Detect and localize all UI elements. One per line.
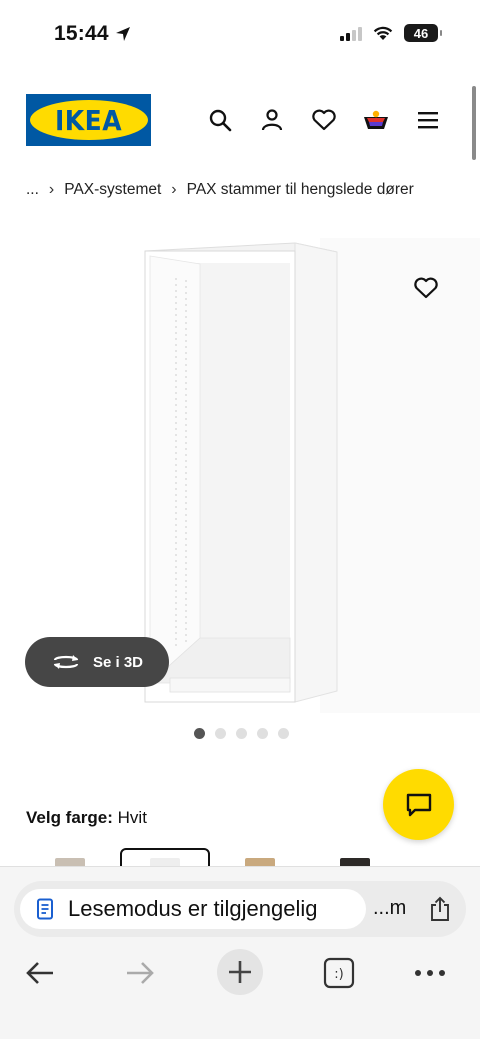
site-header: IKEA xyxy=(0,94,480,148)
share-button[interactable] xyxy=(426,895,454,923)
status-bar: 15:44 46 xyxy=(0,0,480,70)
breadcrumb: ... › PAX-systemet › PAX stammer til hen… xyxy=(26,181,414,199)
gallery-dot[interactable] xyxy=(257,728,268,739)
tabs-count-text: :) xyxy=(334,967,343,982)
wifi-icon xyxy=(373,26,393,40)
reader-mode-icon xyxy=(37,898,53,920)
tabs-button[interactable]: :) xyxy=(315,949,363,997)
forward-icon xyxy=(127,962,154,984)
gallery-dot[interactable] xyxy=(194,728,205,739)
browser-nav-row: :) xyxy=(0,949,480,999)
share-icon xyxy=(431,896,449,921)
heart-icon xyxy=(414,277,438,299)
favorites-button[interactable] xyxy=(310,106,338,134)
chat-button[interactable] xyxy=(383,769,454,840)
breadcrumb-item-pax-frames[interactable]: PAX stammer til hengslede dører xyxy=(187,181,414,199)
favorites-icon xyxy=(312,109,336,131)
color-label-title: Velg farge: xyxy=(26,808,113,827)
account-button[interactable] xyxy=(258,106,286,134)
breadcrumb-item-pax-system[interactable]: PAX-systemet xyxy=(64,181,161,199)
gallery-pagination xyxy=(194,728,289,739)
address-bar[interactable]: Lesemodus er tilgjengelig ...m xyxy=(14,881,466,937)
color-label-value: Hvit xyxy=(117,808,147,827)
search-icon xyxy=(209,109,232,132)
back-button[interactable] xyxy=(16,949,64,997)
url-text[interactable]: ...m xyxy=(373,897,406,920)
tabs-icon: :) xyxy=(323,957,355,989)
ikea-logo[interactable]: IKEA xyxy=(26,94,151,146)
menu-button[interactable] xyxy=(414,106,442,134)
back-icon xyxy=(26,962,53,984)
status-time: 15:44 xyxy=(54,22,131,46)
color-selection-label: Velg farge: Hvit xyxy=(26,808,147,828)
new-tab-button[interactable] xyxy=(217,949,263,995)
rotate-3d-icon xyxy=(53,655,79,669)
view-in-3d-label: Se i 3D xyxy=(92,653,144,671)
chat-icon xyxy=(406,793,431,816)
browser-toolbar: Lesemodus er tilgjengelig ...m :) xyxy=(0,866,480,1039)
cellular-signal-icon xyxy=(340,25,362,41)
breadcrumb-separator: › xyxy=(171,181,177,198)
clock-text: 15:44 xyxy=(54,22,109,45)
cart-button[interactable] xyxy=(362,106,390,134)
logo-text: IKEA xyxy=(54,104,123,136)
location-arrow-icon xyxy=(115,27,130,41)
page-scrollbar[interactable] xyxy=(472,86,476,160)
account-icon xyxy=(261,109,283,131)
gallery-dot[interactable] xyxy=(236,728,247,739)
new-tab-icon xyxy=(229,961,251,983)
search-button[interactable] xyxy=(206,106,234,134)
battery-indicator: 46 xyxy=(404,24,442,42)
breadcrumb-ellipsis[interactable]: ... xyxy=(26,181,39,199)
add-to-favorites-button[interactable] xyxy=(406,268,446,308)
view-in-3d-button[interactable]: Se i 3D xyxy=(25,637,169,687)
menu-icon xyxy=(418,112,438,129)
cart-icon xyxy=(364,110,388,129)
gallery-dot[interactable] xyxy=(278,728,289,739)
forward-button[interactable] xyxy=(116,949,164,997)
gallery-dot[interactable] xyxy=(215,728,226,739)
more-button[interactable] xyxy=(406,949,454,997)
breadcrumb-separator: › xyxy=(48,181,55,198)
reader-mode-text: Lesemodus er tilgjengelig xyxy=(68,896,318,921)
color-swatches xyxy=(0,848,480,868)
more-icon xyxy=(415,970,445,976)
reader-mode-button[interactable]: Lesemodus er tilgjengelig xyxy=(20,889,366,929)
